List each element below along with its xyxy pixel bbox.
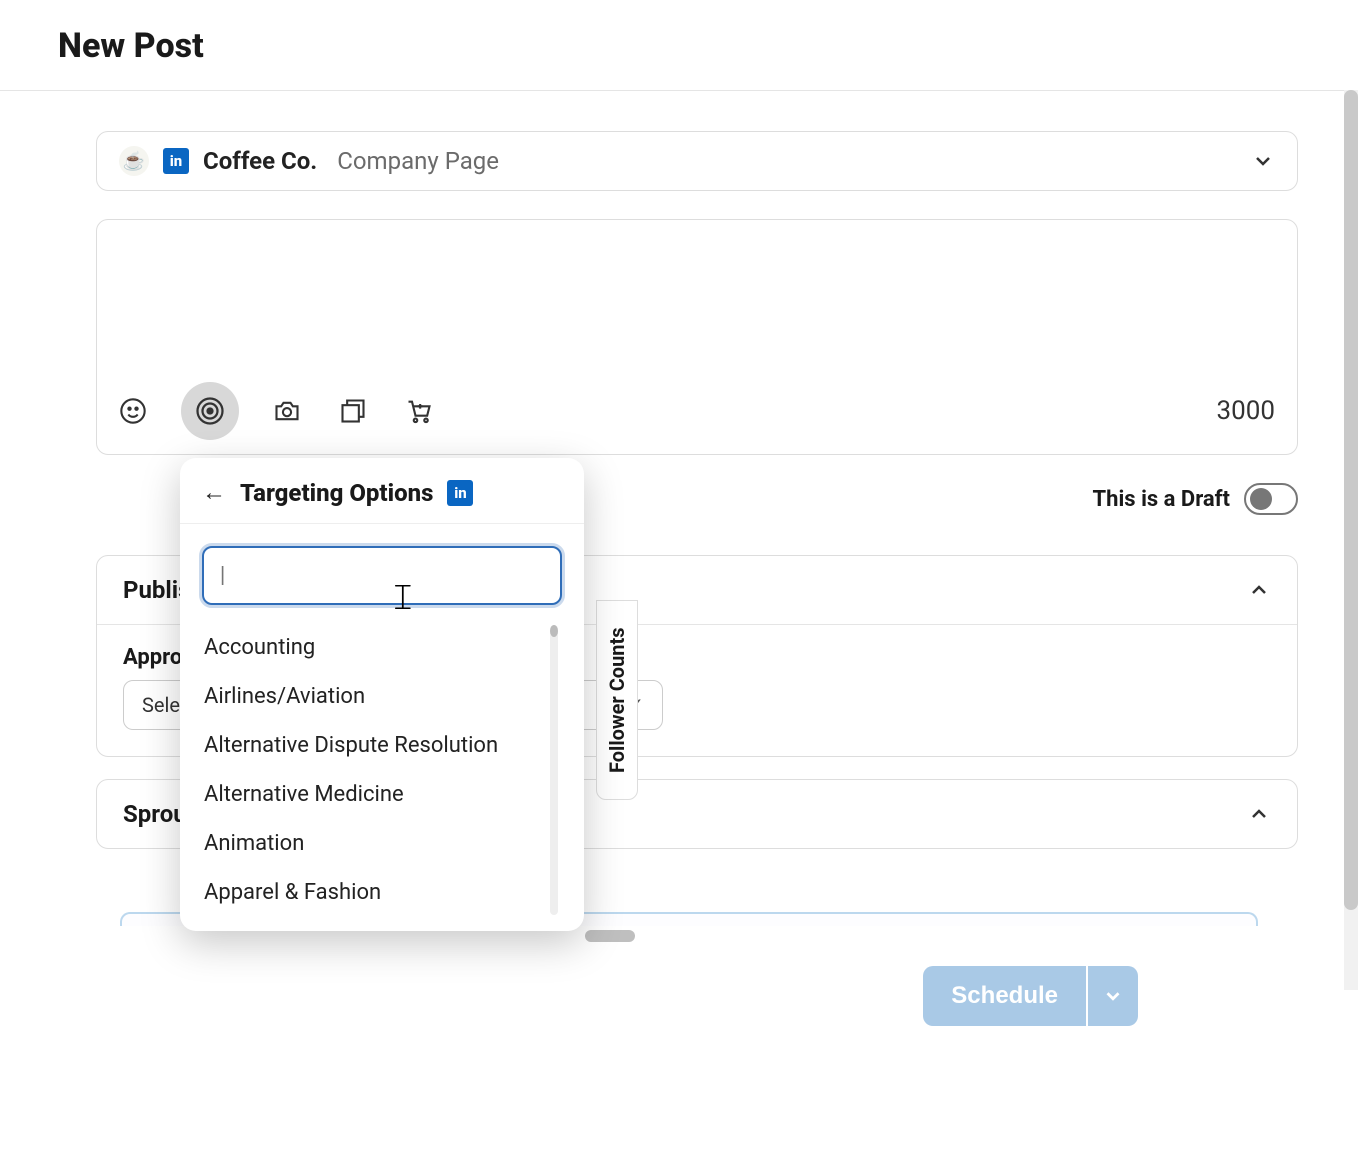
chevron-up-icon bbox=[1247, 802, 1271, 826]
gallery-icon[interactable] bbox=[335, 393, 371, 429]
targeting-icon[interactable] bbox=[181, 382, 239, 440]
composer-toolbar: 3000 bbox=[115, 382, 1275, 440]
post-composer[interactable]: 3000 bbox=[96, 219, 1298, 455]
profile-selector[interactable]: ☕ in Coffee Co. Company Page bbox=[96, 131, 1298, 191]
schedule-button[interactable]: Schedule bbox=[923, 966, 1086, 1026]
list-scrollbar-track[interactable] bbox=[550, 625, 558, 915]
targeting-search-input[interactable] bbox=[202, 546, 562, 605]
linkedin-icon: in bbox=[447, 480, 473, 506]
page-title: New Post bbox=[0, 0, 1358, 90]
targeting-option[interactable]: Accounting bbox=[202, 623, 550, 672]
targeting-option[interactable]: Airlines/Aviation bbox=[202, 672, 550, 721]
profile-subtitle: Company Page bbox=[337, 147, 499, 175]
chevron-down-icon bbox=[1251, 149, 1275, 173]
profile-name: Coffee Co. bbox=[203, 147, 317, 175]
back-arrow-icon[interactable]: ← bbox=[202, 478, 226, 507]
camera-icon[interactable] bbox=[269, 393, 305, 429]
cart-icon[interactable] bbox=[401, 393, 437, 429]
targeting-options-list: Accounting Airlines/Aviation Alternative… bbox=[202, 623, 562, 917]
list-scrollbar-thumb[interactable] bbox=[550, 625, 558, 637]
targeting-option[interactable]: Apparel & Fashion bbox=[202, 868, 550, 917]
targeting-option[interactable]: Alternative Dispute Resolution bbox=[202, 721, 550, 770]
follower-counts-tab[interactable]: Follower Counts bbox=[596, 600, 638, 800]
emoji-icon[interactable] bbox=[115, 393, 151, 429]
sprout-title: Sprou bbox=[123, 800, 187, 828]
draft-label: This is a Draft bbox=[1093, 487, 1230, 512]
targeting-popover: ← Targeting Options in 𝙸 Accounting Airl… bbox=[180, 458, 584, 931]
char-remaining: 3000 bbox=[1217, 396, 1275, 426]
targeting-option[interactable]: Alternative Medicine bbox=[202, 770, 550, 819]
toggle-knob bbox=[1250, 488, 1272, 510]
schedule-dropdown-button[interactable] bbox=[1088, 966, 1138, 1026]
coffee-icon: ☕ bbox=[119, 146, 149, 176]
select-placeholder: Sele bbox=[142, 693, 180, 717]
horizontal-scrollbar[interactable] bbox=[585, 930, 635, 942]
chevron-up-icon bbox=[1247, 578, 1271, 602]
schedule-bar: Schedule bbox=[923, 966, 1138, 1026]
draft-toggle[interactable] bbox=[1244, 483, 1298, 515]
targeting-option[interactable]: Animation bbox=[202, 819, 550, 868]
linkedin-icon: in bbox=[163, 148, 189, 174]
targeting-title: Targeting Options bbox=[240, 479, 433, 507]
